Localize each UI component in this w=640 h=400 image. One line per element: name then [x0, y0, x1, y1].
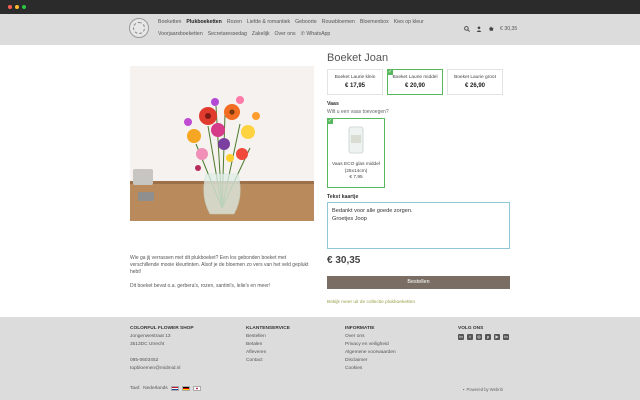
vase-option[interactable]: ✓ Vaas ECO glas middel (25x14cm) € 7,95 [327, 118, 385, 188]
site-footer: COLORFUL FLOWER SHOP Jongenwestraat 13 3… [0, 317, 640, 400]
checkmark-icon: ✓ [387, 69, 393, 75]
variant-price: € 20,90 [404, 83, 426, 89]
cart-icon[interactable] [488, 26, 494, 32]
cart-total[interactable]: € 30,35 [500, 26, 517, 32]
vase-name-line2: (25x14cm) [344, 169, 368, 174]
variant-option-klein[interactable]: Boeket Laurie klein € 17,95 [327, 69, 383, 95]
description-paragraph: Wie ga jij verrassen met dit plukboeket?… [130, 255, 309, 275]
variant-price: € 17,95 [344, 83, 366, 89]
footer-heading-shop: COLORFUL FLOWER SHOP [130, 326, 194, 331]
product-title: Boeket Joan [327, 52, 389, 64]
product-description: Wie ga jij verrassen met dit plukboeket?… [130, 255, 314, 297]
footer-heading-social: VOLG ONS [458, 326, 484, 331]
footer-link-over-ons[interactable]: Over ons [345, 333, 396, 341]
nav-row-secondary: Voorjaarsboeketten Secretaressedag Zakel… [158, 31, 330, 37]
footer-address-line1: Jongenwestraat 13 [130, 334, 171, 339]
nav-item-bloemenbox[interactable]: Bloemenbox [360, 19, 389, 25]
nav-item-secretaressedag[interactable]: Secretaressedag [208, 31, 247, 37]
twitter-icon[interactable]: t [467, 334, 473, 340]
powered-by-label: Powered by Webriti [466, 387, 503, 392]
language-label: Taal: [130, 386, 141, 391]
footer-link-contact[interactable]: Contact [246, 357, 290, 365]
order-button[interactable]: Bestellen [327, 276, 510, 289]
vase-label: Vaas [327, 101, 339, 107]
nav-item-boeketten[interactable]: Boeketten [158, 19, 181, 25]
nav-item-plukboeketten[interactable]: Plukboeketten [186, 19, 221, 25]
nav-item-rouwbloemen[interactable]: Rouwbloemen [322, 19, 355, 25]
nav-item-whatsapp-label: WhatsApp [306, 31, 331, 37]
window-titlebar [0, 0, 640, 14]
nav-item-kies-op-kleur[interactable]: Kies op kleur [394, 19, 424, 25]
total-price: € 30,35 [327, 255, 361, 266]
card-text-label: Tekst kaartje [327, 194, 359, 200]
minimize-window-button[interactable] [15, 5, 19, 9]
linkedin-square-icon[interactable]: in [458, 334, 464, 340]
whatsapp-icon: ✆ [300, 31, 305, 37]
footer-phone[interactable]: 085-0603452 [130, 357, 194, 365]
header-actions: € 30,35 [464, 26, 517, 32]
footer-link-privacy[interactable]: Privacy en veiligheid [345, 341, 396, 349]
variant-name: Boeket Laurie klein [334, 75, 376, 80]
footer-service-column: KLANTENSERVICE Bestellen Betalen Aflever… [246, 325, 290, 365]
product-image [130, 66, 314, 221]
language-selector: Taal: Nederlands [130, 386, 201, 391]
close-window-button[interactable] [8, 5, 12, 9]
variant-price: € 26,90 [464, 83, 486, 89]
vase-question: Wilt u een vaas toevoegen? [327, 109, 389, 115]
language-value: Nederlands [143, 386, 168, 391]
vase-price: € 7,95 [349, 175, 363, 180]
vase-name: Vaas ECO glas middel (25x14cm) [328, 161, 384, 175]
social-icons: in t ◎ p ▶ in [458, 334, 509, 340]
footer-shop-column: COLORFUL FLOWER SHOP Jongenwestraat 13 3… [130, 325, 194, 373]
linkedin-icon[interactable]: in [503, 334, 509, 340]
footer-heading-info: INFORMATIE [345, 326, 375, 331]
footer-email[interactable]: topbloemen@midmid.nl [130, 365, 194, 373]
maximize-window-button[interactable] [22, 5, 26, 9]
footer-info-column: INFORMATIE Over ons Privacy en veilighei… [345, 325, 396, 373]
pinterest-icon[interactable]: p [485, 334, 491, 340]
nav-item-whatsapp[interactable]: ✆ WhatsApp [301, 31, 331, 37]
user-icon[interactable] [476, 26, 482, 32]
vase-name-line1: Vaas ECO glas middel [332, 162, 380, 167]
variant-name: Boeket Laurie groot [454, 75, 496, 80]
footer-link-disclaimer[interactable]: Disclaimer [345, 357, 396, 365]
nav-item-over-ons[interactable]: Over ons [275, 31, 296, 37]
youtube-icon[interactable]: ▶ [494, 334, 500, 340]
nav-item-voorjaarsboeketten[interactable]: Voorjaarsboeketten [158, 31, 203, 37]
footer-link-cookies[interactable]: Cookies [345, 365, 396, 373]
footer-link-afleveren[interactable]: Afleveren [246, 349, 290, 357]
site-header: Boeketten Plukboeketten Rozen Liefde & r… [0, 14, 640, 45]
product-page: Wie ga jij verrassen met dit plukboeket?… [0, 45, 640, 317]
instagram-icon[interactable]: ◎ [476, 334, 482, 340]
nav-item-rozen[interactable]: Rozen [227, 19, 242, 25]
vase-image [348, 126, 364, 154]
flag-jp-icon[interactable] [192, 386, 201, 391]
footer-link-bestellen[interactable]: Bestellen [246, 333, 290, 341]
nav-item-geboorte[interactable]: Geboorte [295, 19, 317, 25]
search-icon[interactable] [464, 26, 470, 32]
site-logo[interactable] [129, 18, 149, 38]
variant-selector: Boeket Laurie klein € 17,95 ✓ Boeket Lau… [327, 69, 503, 95]
flag-nl-icon[interactable] [170, 386, 179, 391]
variant-option-groot[interactable]: Boeket Laurie groot € 26,90 [447, 69, 503, 95]
footer-link-betalen[interactable]: Betalen [246, 341, 290, 349]
lock-icon: ▪ [463, 387, 465, 392]
nav-item-zakelijk[interactable]: Zakelijk [252, 31, 270, 37]
nav-item-liefde-romantiek[interactable]: Liefde & romantiek [247, 19, 290, 25]
powered-by[interactable]: ▪ Powered by Webriti [463, 387, 503, 392]
footer-address-line2: 3513DC Utrecht [130, 342, 165, 347]
collection-link[interactable]: Bekijk meer uit de collectie plukboekett… [327, 300, 415, 305]
variant-name: Boeket Laurie middel [392, 75, 438, 80]
checkmark-icon: ✓ [327, 118, 333, 124]
flag-de-icon[interactable] [181, 386, 190, 391]
nav-row-primary: Boeketten Plukboeketten Rozen Liefde & r… [158, 19, 424, 25]
footer-link-voorwaarden[interactable]: Algemene voorwaarden [345, 349, 396, 357]
browser-window: Boeketten Plukboeketten Rozen Liefde & r… [0, 0, 640, 400]
description-contents: Dit boeket bevat o.a. gerbera's, rozen, … [130, 283, 271, 289]
variant-option-middel[interactable]: ✓ Boeket Laurie middel € 20,90 [387, 69, 443, 95]
card-text-input[interactable]: Bedankt voor alle goede zorgen. Groetjes… [327, 202, 510, 249]
footer-social-column: VOLG ONS in t ◎ p ▶ in [458, 325, 509, 340]
footer-heading-service: KLANTENSERVICE [246, 326, 290, 331]
